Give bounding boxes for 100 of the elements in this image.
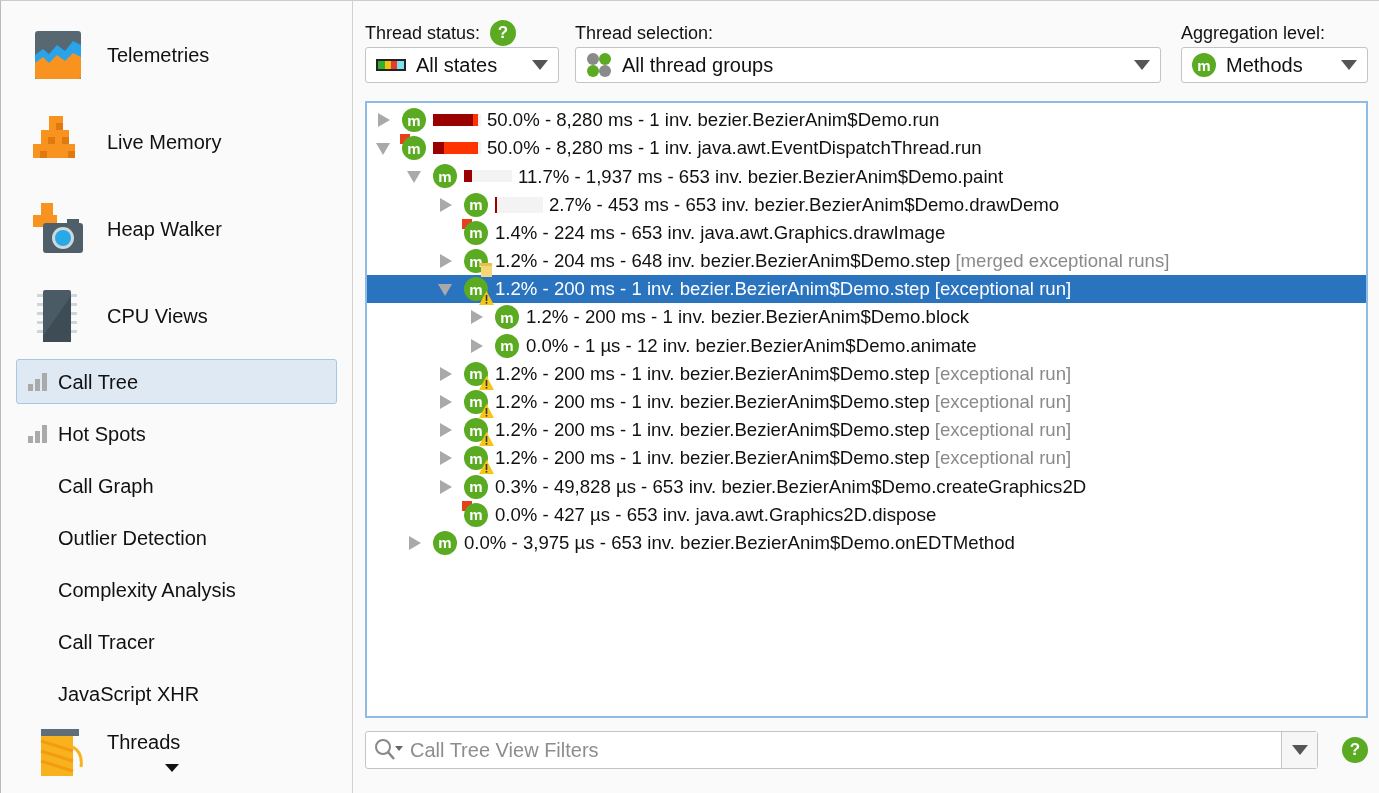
sidebar-item[interactable]: Complexity Analysis bbox=[16, 567, 337, 612]
tree-row[interactable]: m 0.0% - 3,975 µs - 653 inv. bezier.BezierAnim$Demo.onEDTMethod bbox=[367, 528, 1366, 557]
method-icon: m bbox=[495, 333, 519, 358]
dropdown-value: All thread groups bbox=[622, 53, 774, 78]
node-text: 1.2% - 200 ms - 1 inv. bezier.BezierAnim$Demo.step bbox=[495, 277, 930, 302]
sidebar-item[interactable]: Outlier Detection bbox=[16, 515, 337, 560]
node-text: 0.0% - 1 µs - 12 inv. bezier.BezierAnim$Demo.animate bbox=[526, 333, 977, 358]
node-text: 1.2% - 200 ms - 1 inv. bezier.BezierAnim$Demo.step bbox=[495, 390, 930, 414]
node-text: 50.0% - 8,280 ms - 1 inv. java.awt.EventDispatchThread.run bbox=[487, 136, 982, 161]
node-annotation: [exceptional run] bbox=[934, 277, 1072, 302]
expand-icon[interactable] bbox=[437, 196, 453, 213]
node-annotation: [exceptional run] bbox=[934, 446, 1072, 471]
method-icon: m bbox=[464, 502, 488, 527]
method-icon: m bbox=[495, 305, 519, 330]
expand-icon[interactable] bbox=[375, 112, 391, 129]
expand-icon[interactable] bbox=[468, 309, 484, 326]
method-icon: m bbox=[464, 446, 488, 471]
node-text: 1.2% - 200 ms - 1 inv. bezier.BezierAnim$Demo.step bbox=[495, 418, 930, 443]
collapse-icon[interactable] bbox=[406, 168, 422, 185]
thread-groups-icon bbox=[586, 52, 612, 78]
sidebar-item[interactable]: Telemetries bbox=[16, 11, 337, 98]
filter-field[interactable]: Call Tree View Filters bbox=[365, 731, 1318, 769]
sidebar-item[interactable]: JavaScript XHR bbox=[16, 671, 337, 716]
node-text: 0.0% - 427 µs - 653 inv. java.awt.Graphics2D.dispose bbox=[495, 502, 937, 527]
node-text: 11.7% - 1,937 ms - 653 inv. bezier.BezierAnim$Demo.paint bbox=[518, 164, 1004, 189]
node-annotation: [exceptional run] bbox=[934, 361, 1072, 386]
node-text: 0.3% - 49,828 µs - 653 inv. bezier.BezierAnim$Demo.createGraphics2D bbox=[495, 474, 1087, 499]
node-text: 0.0% - 3,975 µs - 653 inv. bezier.BezierAnim$Demo.onEDTMethod bbox=[464, 530, 1015, 555]
sidebar-item[interactable]: Call Tree bbox=[16, 359, 337, 404]
node-text: 50.0% - 8,280 ms - 1 inv. bezier.BezierAnim$Demo.run bbox=[487, 108, 940, 133]
expand-icon[interactable] bbox=[437, 365, 453, 382]
method-icon: m bbox=[402, 108, 426, 133]
method-icon: m bbox=[464, 277, 488, 302]
tree-row[interactable]: m 0.0% - 427 µs - 653 inv. java.awt.Graphics2D.dispose bbox=[367, 500, 1366, 529]
dropdown-value: All states bbox=[416, 53, 498, 78]
sidebar-item[interactable]: Live Memory bbox=[16, 98, 337, 185]
tree-row[interactable]: m 1.2% - 200 ms - 1 inv. bezier.BezierAnim$Demo.step [exceptional run] bbox=[367, 359, 1366, 388]
tree-row[interactable]: m 1.2% - 200 ms - 1 inv. bezier.BezierAnim$Demo.step [exceptional run] bbox=[367, 416, 1366, 445]
tree-row[interactable]: m 1.2% - 200 ms - 1 inv. bezier.BezierAnim$Demo.block bbox=[367, 303, 1366, 332]
sidebar-item[interactable]: Threads bbox=[16, 718, 337, 778]
collapse-icon[interactable] bbox=[375, 140, 391, 157]
method-icon: m bbox=[402, 136, 426, 161]
method-icon: m bbox=[1192, 53, 1216, 77]
tree-row[interactable]: m 0.0% - 1 µs - 12 inv. bezier.BezierAnim$Demo.animate bbox=[367, 331, 1366, 360]
method-icon: m bbox=[464, 418, 488, 443]
field-label: Aggregation level: bbox=[1181, 21, 1326, 45]
tree-row[interactable]: m 2.7% - 453 ms - 653 inv. bezier.BezierAnim$Demo.drawDemo bbox=[367, 190, 1366, 219]
scroll-down-icon[interactable] bbox=[164, 764, 179, 772]
sidebar-item[interactable]: Hot Spots bbox=[16, 411, 337, 456]
node-text: 2.7% - 453 ms - 653 inv. bezier.BezierAnim$Demo.drawDemo bbox=[549, 192, 1060, 217]
status-colors-icon bbox=[376, 59, 406, 71]
bar-chart-icon bbox=[28, 372, 48, 391]
expand-icon[interactable] bbox=[437, 450, 453, 467]
expand-icon[interactable] bbox=[437, 253, 453, 270]
tree-row[interactable]: m 11.7% - 1,937 ms - 653 inv. bezier.BezierAnim$Demo.paint bbox=[367, 162, 1366, 191]
method-icon: m bbox=[464, 192, 488, 217]
dropdown[interactable]: All thread groups bbox=[575, 47, 1161, 83]
tree-row[interactable]: m 1.2% - 200 ms - 1 inv. bezier.BezierAnim$Demo.step [exceptional run] bbox=[367, 275, 1366, 304]
method-icon: m bbox=[464, 389, 488, 414]
method-icon: m bbox=[464, 361, 488, 386]
dropdown-value: Methods bbox=[1226, 53, 1303, 78]
method-icon: m bbox=[464, 474, 488, 499]
node-text: 1.2% - 200 ms - 1 inv. bezier.BezierAnim$Demo.step bbox=[495, 361, 930, 386]
node-annotation: [exceptional run] bbox=[934, 390, 1072, 414]
expand-icon[interactable] bbox=[468, 337, 484, 354]
method-icon: m bbox=[433, 530, 457, 555]
filter-input[interactable]: Call Tree View Filters bbox=[408, 734, 1281, 766]
sidebar-item[interactable]: Heap Walker bbox=[16, 185, 337, 272]
expand-icon[interactable] bbox=[437, 422, 453, 439]
caret-icon bbox=[1341, 60, 1357, 70]
node-annotation: [exceptional run] bbox=[934, 418, 1072, 443]
node-text: 1.2% - 200 ms - 1 inv. bezier.BezierAnim$Demo.block bbox=[526, 305, 969, 330]
tree-row[interactable]: m 0.3% - 49,828 µs - 653 inv. bezier.BezierAnim$Demo.createGraphics2D bbox=[367, 472, 1366, 501]
expand-icon[interactable] bbox=[437, 393, 453, 410]
node-text: 1.2% - 200 ms - 1 inv. bezier.BezierAnim$Demo.step bbox=[495, 446, 930, 471]
expand-icon[interactable] bbox=[437, 478, 453, 495]
node-text: 1.4% - 224 ms - 653 inv. java.awt.Graphics.drawImage bbox=[495, 220, 946, 245]
tree-row[interactable]: m 1.4% - 224 ms - 653 inv. java.awt.Graphics.drawImage bbox=[367, 218, 1366, 247]
bar-chart-icon bbox=[28, 424, 48, 443]
caret-icon bbox=[532, 60, 548, 70]
node-annotation: [merged exceptional runs] bbox=[955, 249, 1170, 274]
dropdown[interactable]: All states bbox=[365, 47, 559, 83]
collapse-icon[interactable] bbox=[437, 281, 453, 298]
sidebar-item[interactable]: CPU Views bbox=[16, 272, 337, 359]
sidebar-item[interactable]: Call Tracer bbox=[16, 619, 337, 664]
tree-row[interactable]: m 50.0% - 8,280 ms - 1 inv. bezier.BezierAnim$Demo.run bbox=[367, 106, 1366, 135]
field-label: Thread status: bbox=[365, 21, 481, 45]
tree-row[interactable]: m 1.2% - 200 ms - 1 inv. bezier.BezierAnim$Demo.step [exceptional run] bbox=[367, 387, 1366, 417]
tree-row[interactable]: m 50.0% - 8,280 ms - 1 inv. java.awt.EventDispatchThread.run bbox=[367, 134, 1366, 163]
caret-icon bbox=[1134, 60, 1150, 70]
sidebar-item[interactable]: Call Graph bbox=[16, 463, 337, 508]
tree-row[interactable]: m 1.2% - 200 ms - 1 inv. bezier.BezierAnim$Demo.step [exceptional run] bbox=[367, 444, 1366, 473]
method-icon: m bbox=[464, 220, 488, 245]
node-text: 1.2% - 204 ms - 648 inv. bezier.BezierAnim$Demo.step bbox=[495, 249, 951, 274]
caret-icon bbox=[1291, 745, 1308, 755]
expand-icon[interactable] bbox=[406, 534, 422, 551]
dropdown[interactable]: m Methods bbox=[1181, 47, 1368, 83]
dropdown-button[interactable] bbox=[1281, 732, 1317, 768]
field-label: Thread selection: bbox=[575, 21, 714, 45]
method-icon: m bbox=[433, 164, 457, 189]
